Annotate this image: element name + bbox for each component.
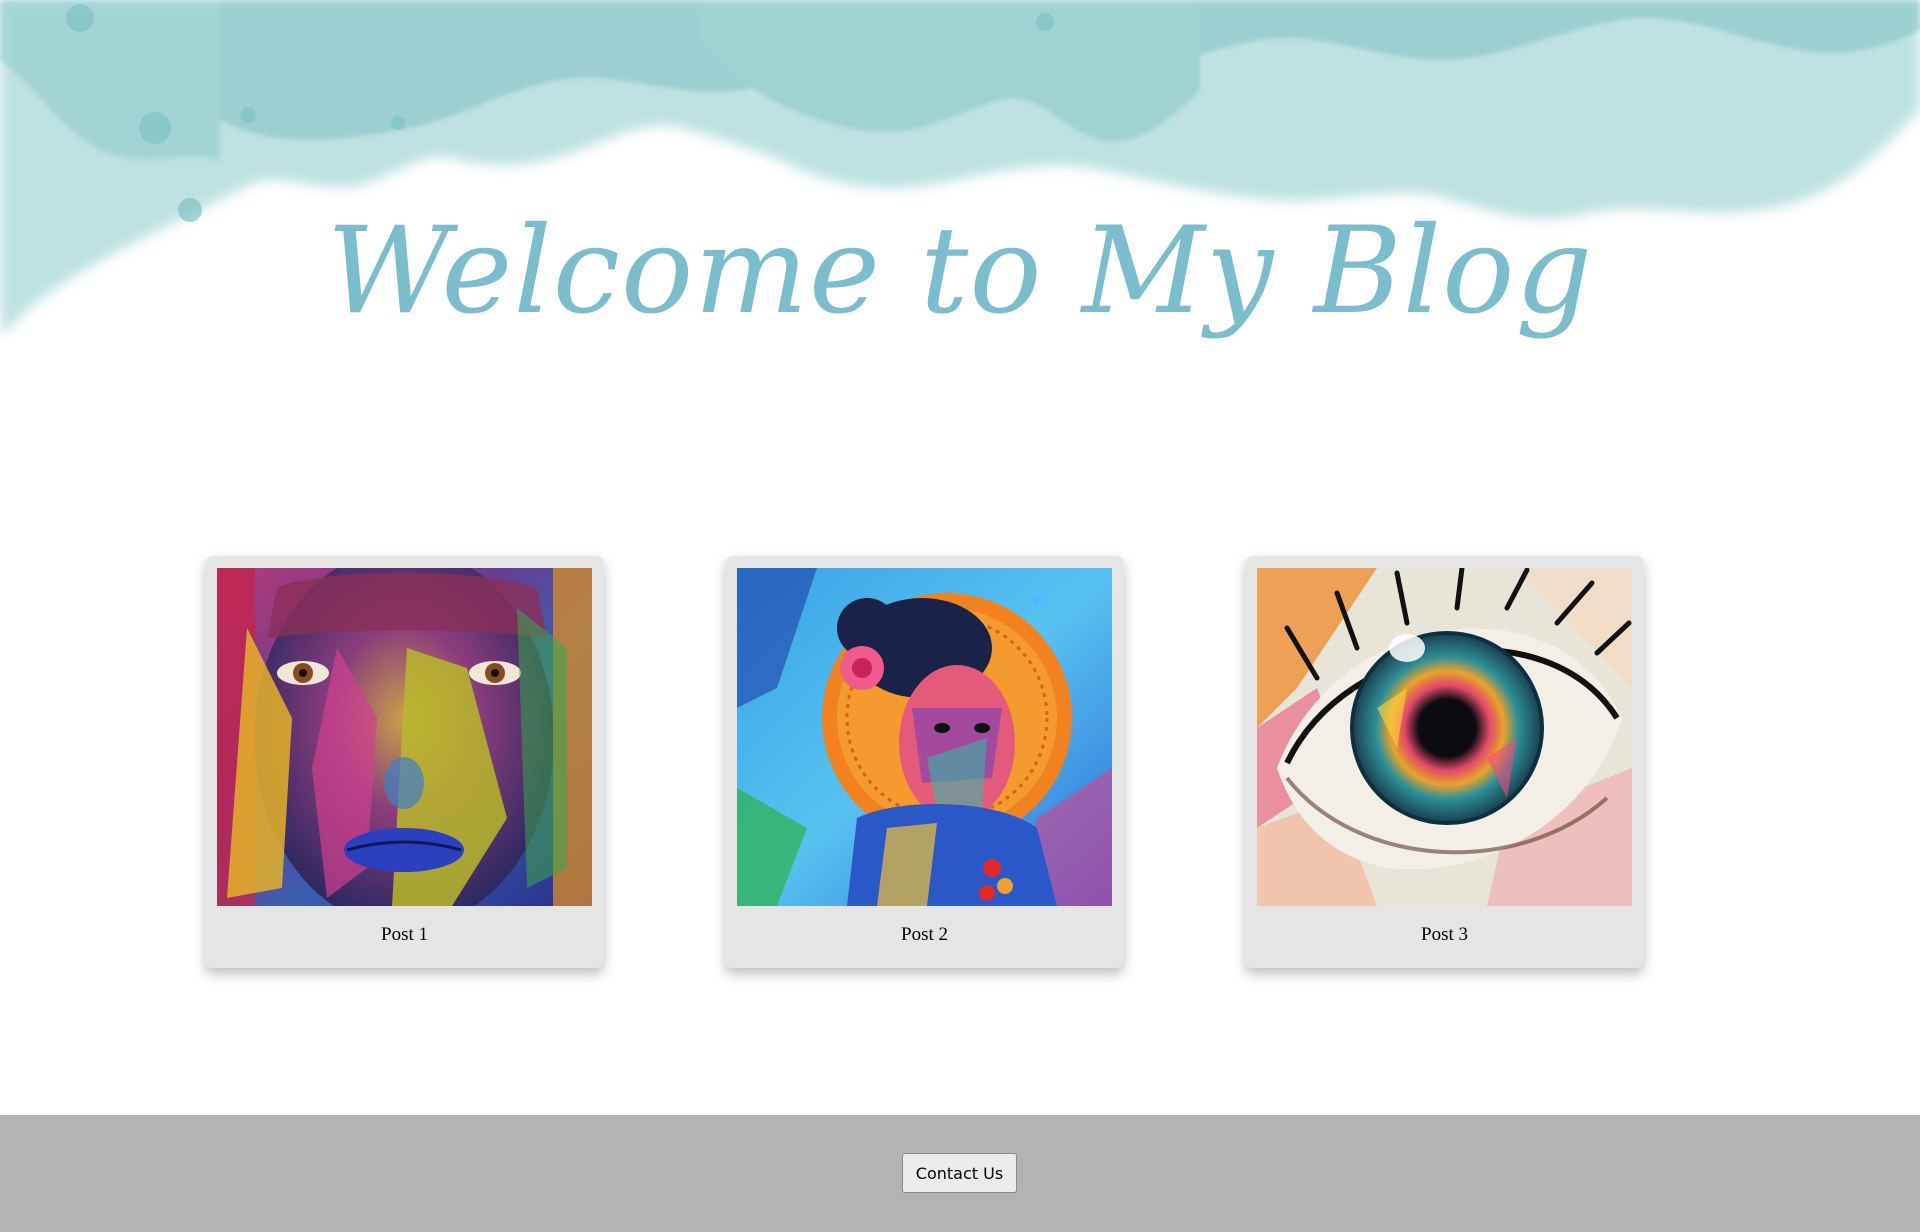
post-1-title[interactable]: Post 1 — [205, 924, 604, 946]
post-2-image[interactable] — [737, 568, 1112, 906]
post-1-image[interactable] — [217, 568, 592, 906]
post-3-image[interactable] — [1257, 568, 1632, 906]
footer: Contact Us — [0, 1115, 1920, 1232]
contact-us-button[interactable]: Contact Us — [902, 1153, 1017, 1193]
post-card-1[interactable]: Post 1 — [205, 556, 604, 968]
colorful-eye-painting-image — [1257, 568, 1632, 906]
post-card-3[interactable]: Post 3 — [1245, 556, 1644, 968]
page-title: Welcome to My Blog — [326, 202, 1594, 341]
blog-page: Welcome to My Blog Post 1 Post 2 Post 3 … — [0, 0, 1920, 1232]
post-3-title[interactable]: Post 3 — [1245, 924, 1644, 946]
colorful-painted-face-image — [217, 568, 592, 906]
colorful-woman-portrait-mural-image — [737, 568, 1112, 906]
post-2-title[interactable]: Post 2 — [725, 924, 1124, 946]
posts-grid: Post 1 Post 2 Post 3 — [0, 556, 1920, 968]
post-card-2[interactable]: Post 2 — [725, 556, 1124, 968]
